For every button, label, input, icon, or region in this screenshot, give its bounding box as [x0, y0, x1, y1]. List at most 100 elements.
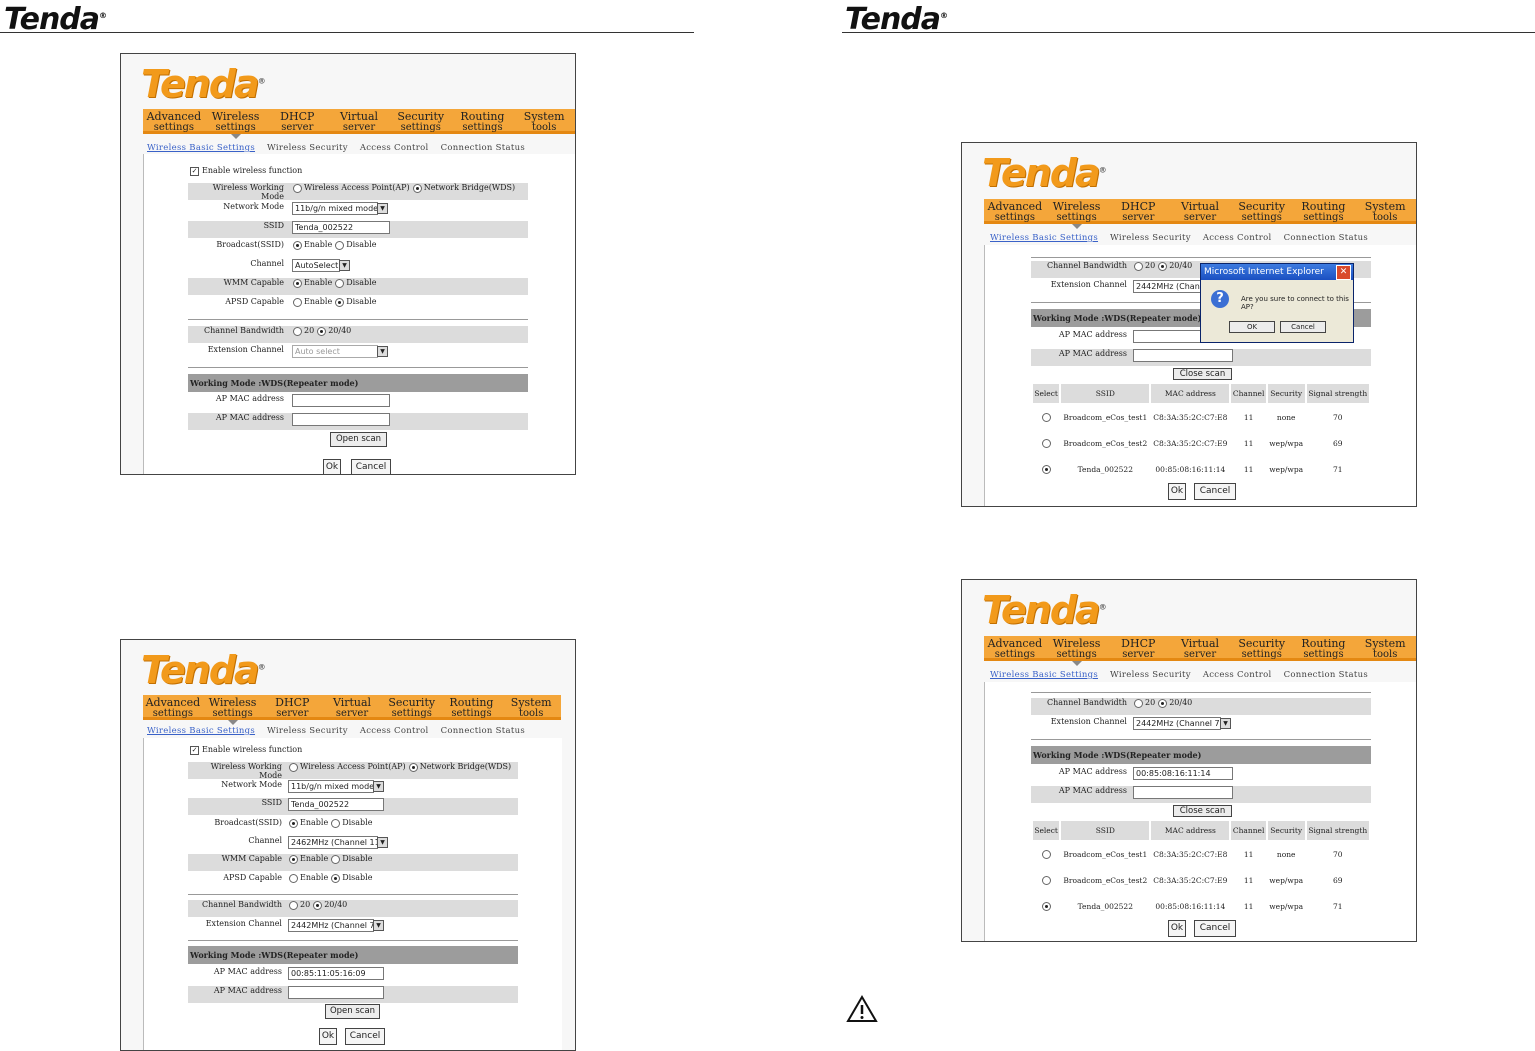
nav-routing[interactable]: Routing settings — [1293, 636, 1355, 660]
close-icon[interactable]: ✕ — [1336, 265, 1351, 280]
bw-20-radio[interactable] — [289, 900, 298, 910]
open-scan-button[interactable]: Open scan — [330, 432, 387, 447]
close-scan-button[interactable]: Close scan — [1173, 805, 1232, 817]
tab-connection-status[interactable]: Connection Status — [441, 726, 525, 736]
nav-security[interactable]: Security settings — [1231, 636, 1293, 660]
tab-wireless-security[interactable]: Wireless Security — [267, 726, 348, 736]
ok-button[interactable]: Ok — [323, 459, 341, 474]
network-mode-select[interactable]: 11b/g/n mixed mode — [288, 780, 374, 793]
broadcast-enable-radio[interactable] — [289, 818, 298, 828]
tab-wireless-basic[interactable]: Wireless Basic Settings — [147, 726, 255, 736]
nav-virtual[interactable]: Virtual server — [328, 109, 390, 133]
nav-advanced[interactable]: Advanced settings — [984, 636, 1046, 660]
nav-wireless[interactable]: Wireless settings — [1046, 199, 1108, 229]
tab-connection-status[interactable]: Connection Status — [1284, 670, 1368, 680]
nav-system[interactable]: System tools — [1354, 199, 1416, 223]
tab-access-control[interactable]: Access Control — [1203, 233, 1272, 243]
nav-system[interactable]: System tools — [501, 695, 561, 719]
nav-dhcp[interactable]: DHCP server — [266, 109, 328, 133]
channel-select[interactable]: 2462MHz (Channel 11) — [288, 836, 383, 849]
chevron-down-icon[interactable]: ▼ — [377, 837, 388, 848]
nav-advanced[interactable]: Advanced settings — [984, 199, 1046, 223]
bw-20-radio[interactable] — [1134, 261, 1143, 271]
nav-security[interactable]: Security settings — [1231, 199, 1293, 223]
select-radio[interactable] — [1042, 849, 1052, 859]
wmm-disable-radio[interactable] — [331, 854, 341, 864]
nav-virtual[interactable]: Virtual server — [322, 695, 382, 719]
ok-button[interactable]: Ok — [1168, 920, 1186, 937]
tab-wireless-security[interactable]: Wireless Security — [1110, 233, 1191, 243]
wmm-disable-radio[interactable] — [335, 278, 345, 288]
network-mode-select[interactable]: 11b/g/n mixed mode — [292, 202, 378, 215]
broadcast-disable-radio[interactable] — [331, 818, 341, 828]
apsd-enable-radio[interactable] — [293, 297, 302, 307]
nav-advanced[interactable]: Advanced settings — [143, 109, 205, 133]
select-radio[interactable] — [1042, 875, 1052, 885]
tab-access-control[interactable]: Access Control — [1203, 670, 1272, 680]
apsd-disable-radio[interactable] — [335, 297, 345, 307]
chevron-down-icon[interactable]: ▼ — [377, 203, 388, 214]
enable-wireless-checkbox[interactable]: ✓ — [190, 745, 199, 755]
tab-wireless-basic[interactable]: Wireless Basic Settings — [147, 143, 255, 153]
bw-20-radio[interactable] — [293, 326, 302, 336]
cancel-button[interactable]: Cancel — [345, 1028, 385, 1045]
tab-wireless-basic[interactable]: Wireless Basic Settings — [990, 670, 1098, 680]
ap-mac-input-2[interactable] — [1133, 349, 1233, 362]
mode-ap-radio[interactable] — [289, 762, 298, 772]
nav-routing[interactable]: Routing settings — [452, 109, 514, 133]
tab-connection-status[interactable]: Connection Status — [441, 143, 525, 153]
nav-wireless[interactable]: Wireless settings — [203, 695, 263, 725]
tab-access-control[interactable]: Access Control — [360, 726, 429, 736]
mode-wds-radio[interactable] — [408, 762, 418, 772]
ap-mac-input-1[interactable]: 00:85:08:16:11:14 — [1133, 767, 1233, 780]
broadcast-enable-radio[interactable] — [293, 240, 302, 250]
dialog-ok-button[interactable]: OK — [1229, 321, 1275, 333]
open-scan-button[interactable]: Open scan — [325, 1004, 380, 1019]
select-radio[interactable] — [1042, 412, 1052, 422]
apsd-disable-radio[interactable] — [331, 873, 341, 883]
bw-2040-radio[interactable] — [313, 900, 323, 910]
chevron-down-icon[interactable]: ▼ — [339, 260, 350, 271]
nav-virtual[interactable]: Virtual server — [1169, 636, 1231, 660]
nav-dhcp[interactable]: DHCP server — [1107, 636, 1169, 660]
select-radio[interactable] — [1042, 901, 1052, 911]
ap-mac-input-1[interactable] — [292, 394, 390, 407]
nav-routing[interactable]: Routing settings — [442, 695, 502, 719]
select-radio[interactable] — [1042, 464, 1052, 474]
bw-2040-radio[interactable] — [317, 326, 327, 336]
dialog-cancel-button[interactable]: Cancel — [1280, 321, 1326, 333]
channel-select[interactable]: AutoSelect — [292, 259, 340, 272]
nav-system[interactable]: System tools — [1354, 636, 1416, 660]
nav-security[interactable]: Security settings — [390, 109, 452, 133]
chevron-down-icon[interactable]: ▼ — [373, 920, 384, 931]
ssid-input[interactable]: Tenda_002522 — [292, 221, 390, 234]
apsd-enable-radio[interactable] — [289, 873, 298, 883]
chevron-down-icon[interactable]: ▼ — [373, 781, 384, 792]
ap-mac-input-1[interactable]: 00:85:11:05:16:09 — [288, 967, 384, 980]
ok-button[interactable]: Ok — [319, 1028, 337, 1045]
wmm-enable-radio[interactable] — [289, 854, 298, 864]
tab-wireless-security[interactable]: Wireless Security — [267, 143, 348, 153]
cancel-button[interactable]: Cancel — [1194, 483, 1236, 500]
wmm-enable-radio[interactable] — [293, 278, 302, 288]
ext-channel-select[interactable]: 2442MHz (Channel 7) — [1133, 717, 1223, 730]
ext-channel-select[interactable]: 2442MHz (Channel 7) — [288, 919, 378, 932]
nav-system[interactable]: System tools — [513, 109, 575, 133]
bw-20-radio[interactable] — [1134, 698, 1143, 708]
bw-2040-radio[interactable] — [1158, 261, 1168, 271]
mode-ap-radio[interactable] — [293, 183, 302, 193]
cancel-button[interactable]: Cancel — [1194, 920, 1236, 937]
chevron-down-icon[interactable]: ▼ — [1220, 718, 1231, 729]
nav-dhcp[interactable]: DHCP server — [1107, 199, 1169, 223]
tab-access-control[interactable]: Access Control — [360, 143, 429, 153]
close-scan-button[interactable]: Close scan — [1173, 368, 1232, 380]
nav-virtual[interactable]: Virtual server — [1169, 199, 1231, 223]
mode-wds-radio[interactable] — [412, 183, 422, 193]
nav-security[interactable]: Security settings — [382, 695, 442, 719]
ap-mac-input-2[interactable] — [292, 413, 390, 426]
cancel-button[interactable]: Cancel — [351, 459, 391, 474]
broadcast-disable-radio[interactable] — [335, 240, 345, 250]
select-radio[interactable] — [1042, 438, 1052, 448]
tab-wireless-basic[interactable]: Wireless Basic Settings — [990, 233, 1098, 243]
ok-button[interactable]: Ok — [1168, 483, 1186, 500]
